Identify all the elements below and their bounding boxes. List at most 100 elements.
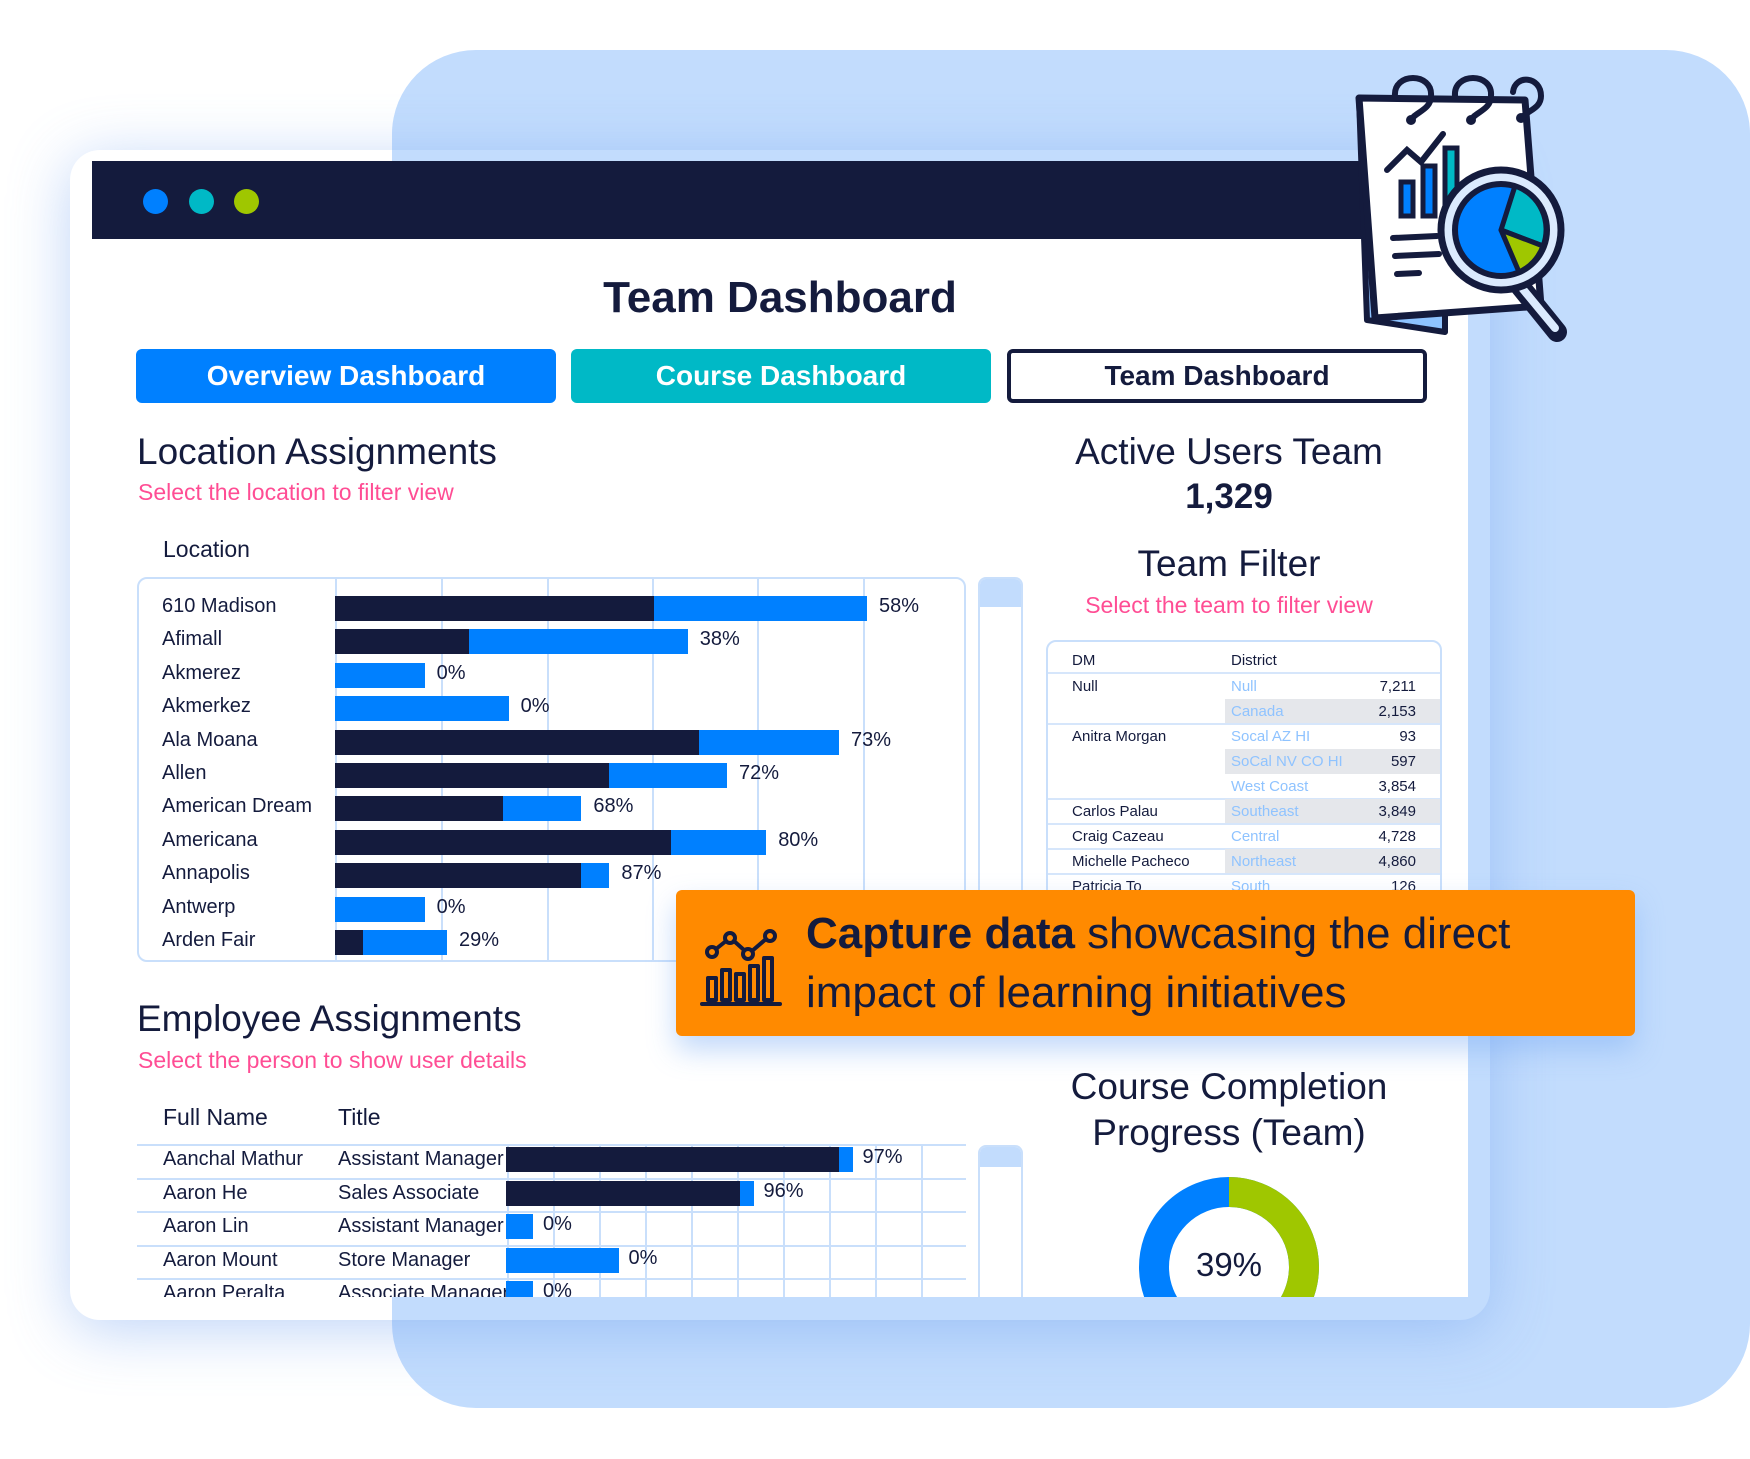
district-header: District <box>1231 652 1277 669</box>
team-table-row[interactable]: SoCal NV CO HI 597 <box>1048 749 1440 774</box>
location-bar-total[interactable] <box>335 696 509 722</box>
team-table-row[interactable]: Craig Cazeau Central 4,728 <box>1048 824 1440 849</box>
employee-bar-total[interactable] <box>506 1281 533 1297</box>
team-table-row[interactable]: West Coast 3,854 <box>1048 774 1440 799</box>
employee-title: Store Manager <box>338 1248 471 1271</box>
count-cell: 4,728 <box>1378 828 1416 845</box>
employee-name[interactable]: Aaron Peralta <box>163 1282 285 1297</box>
team-filter-title: Team Filter <box>1137 543 1321 584</box>
location-row-label[interactable]: 610 Madison <box>162 595 277 618</box>
tab-overview-dashboard[interactable]: Overview Dashboard <box>136 349 556 403</box>
employee-bar-total[interactable] <box>506 1247 619 1273</box>
employee-bar-value: 96% <box>763 1179 804 1202</box>
course-completion-title-line1: Course Completion <box>1070 1066 1388 1107</box>
course-completion-title: Course Completion Progress (Team) <box>997 1064 1461 1156</box>
team-table-row[interactable]: Null Null 7,211 <box>1048 674 1440 699</box>
location-bar-completed[interactable] <box>335 596 655 621</box>
team-table-row[interactable]: Canada 2,153 <box>1048 699 1440 724</box>
district-cell[interactable]: Null <box>1231 678 1257 695</box>
employee-name[interactable]: Aaron He <box>163 1182 248 1205</box>
dm-cell[interactable]: Anitra Morgan <box>1072 728 1166 745</box>
location-row-label[interactable]: Allen <box>162 762 206 785</box>
location-row-label[interactable]: Afimall <box>162 628 222 651</box>
location-row-label[interactable]: Arden Fair <box>162 929 255 952</box>
team-table-row[interactable]: Anitra Morgan Socal AZ HI 93 <box>1048 724 1440 749</box>
location-row-label[interactable]: American Dream <box>162 795 312 818</box>
district-cell[interactable]: Northeast <box>1231 853 1296 870</box>
location-bar-total[interactable] <box>335 896 425 922</box>
employee-bar-completed[interactable] <box>506 1147 839 1172</box>
dm-cell[interactable]: Carlos Palau <box>1072 803 1158 820</box>
count-cell: 3,849 <box>1378 803 1416 820</box>
title-header: Title <box>338 1104 381 1130</box>
location-row-label[interactable]: Akmerez <box>162 662 241 685</box>
district-cell[interactable]: Socal AZ HI <box>1231 728 1310 745</box>
window-titlebar <box>92 161 1468 239</box>
banner-text-bold: Capture data <box>806 909 1075 958</box>
location-bar-total[interactable] <box>335 662 425 688</box>
promo-banner: Capture data showcasing the direct impac… <box>676 890 1635 1036</box>
location-bar-completed[interactable] <box>335 930 363 955</box>
location-bar-completed[interactable] <box>335 629 470 655</box>
count-cell: 597 <box>1390 753 1416 770</box>
employee-bar-completed[interactable] <box>506 1180 740 1206</box>
page-title: Team Dashboard <box>603 273 957 322</box>
employee-name[interactable]: Aanchal Mathur <box>163 1148 303 1171</box>
team-filter-subtitle: Select the team to filter view <box>1085 592 1373 618</box>
full-name-header: Full Name <box>163 1104 268 1130</box>
district-cell[interactable]: Southeast <box>1231 803 1299 820</box>
location-bar-completed[interactable] <box>335 729 699 755</box>
tab-course-dashboard[interactable]: Course Dashboard <box>571 349 991 403</box>
employee-assignments-subtitle: Select the person to show user details <box>138 1047 527 1073</box>
window-control-blue-dot[interactable] <box>143 189 168 214</box>
district-cell[interactable]: West Coast <box>1231 778 1308 795</box>
report-magnifier-icon <box>1355 75 1567 342</box>
employee-scrollbar[interactable] <box>978 1145 1023 1297</box>
employee-bar-value: 0% <box>543 1280 572 1297</box>
location-bar-completed[interactable] <box>335 763 610 788</box>
dm-cell[interactable]: Null <box>1072 678 1098 695</box>
count-cell: 4,860 <box>1378 853 1416 870</box>
district-cell[interactable]: SoCal NV CO HI <box>1231 753 1343 770</box>
team-table-row[interactable]: Carlos Palau Southeast 3,849 <box>1048 799 1440 824</box>
course-completion-title-line2: Progress (Team) <box>1092 1112 1366 1153</box>
dm-cell[interactable]: Michelle Pacheco <box>1072 853 1190 870</box>
employee-assignments-title: Employee Assignments <box>137 998 522 1039</box>
window-control-teal-dot[interactable] <box>189 189 214 214</box>
location-row-label[interactable]: Antwerp <box>162 896 235 919</box>
tab-team-dashboard[interactable]: Team Dashboard <box>1007 349 1427 403</box>
location-bar-value: 68% <box>593 795 634 818</box>
location-bar-value: 73% <box>851 728 892 751</box>
location-row-label[interactable]: Annapolis <box>162 862 250 885</box>
location-bar-completed[interactable] <box>335 796 503 822</box>
location-bar-value: 87% <box>621 862 662 885</box>
location-bar-value: 38% <box>699 628 740 651</box>
employee-bar-value: 0% <box>543 1213 572 1235</box>
district-cell[interactable]: Canada <box>1231 703 1284 720</box>
team-table-header: DM District <box>1048 648 1440 673</box>
location-bar-value: 80% <box>778 828 819 851</box>
location-column-header: Location <box>163 536 250 562</box>
window-control-green-dot[interactable] <box>234 189 259 214</box>
location-bar-value: 0% <box>436 661 466 684</box>
employee-name[interactable]: Aaron Mount <box>163 1249 278 1272</box>
district-cell[interactable]: Central <box>1231 828 1279 845</box>
location-row-label[interactable]: Americana <box>162 829 258 852</box>
employee-bar-value: 97% <box>862 1146 903 1168</box>
location-bar-value: 58% <box>879 595 920 617</box>
location-bar-value: 72% <box>739 762 780 784</box>
browser-window: Team Dashboard Overview Dashboard Course… <box>92 161 1468 1297</box>
location-bar-completed[interactable] <box>335 829 671 855</box>
location-row-label[interactable]: Akmerkez <box>162 695 251 718</box>
active-users-value: 1,329 <box>1185 477 1273 516</box>
dm-cell[interactable]: Craig Cazeau <box>1072 828 1164 845</box>
row-divider <box>137 1244 966 1247</box>
team-table-row[interactable]: Michelle Pacheco Northeast 4,860 <box>1048 849 1440 874</box>
location-row-label[interactable]: Ala Moana <box>162 729 258 752</box>
employee-bar-total[interactable] <box>506 1214 533 1239</box>
employee-name[interactable]: Aaron Lin <box>163 1215 249 1238</box>
course-completion-value: 39% <box>1195 1246 1263 1283</box>
location-bar-completed[interactable] <box>335 863 582 889</box>
count-cell: 2,153 <box>1378 703 1416 720</box>
location-bar-value: 0% <box>520 695 550 718</box>
